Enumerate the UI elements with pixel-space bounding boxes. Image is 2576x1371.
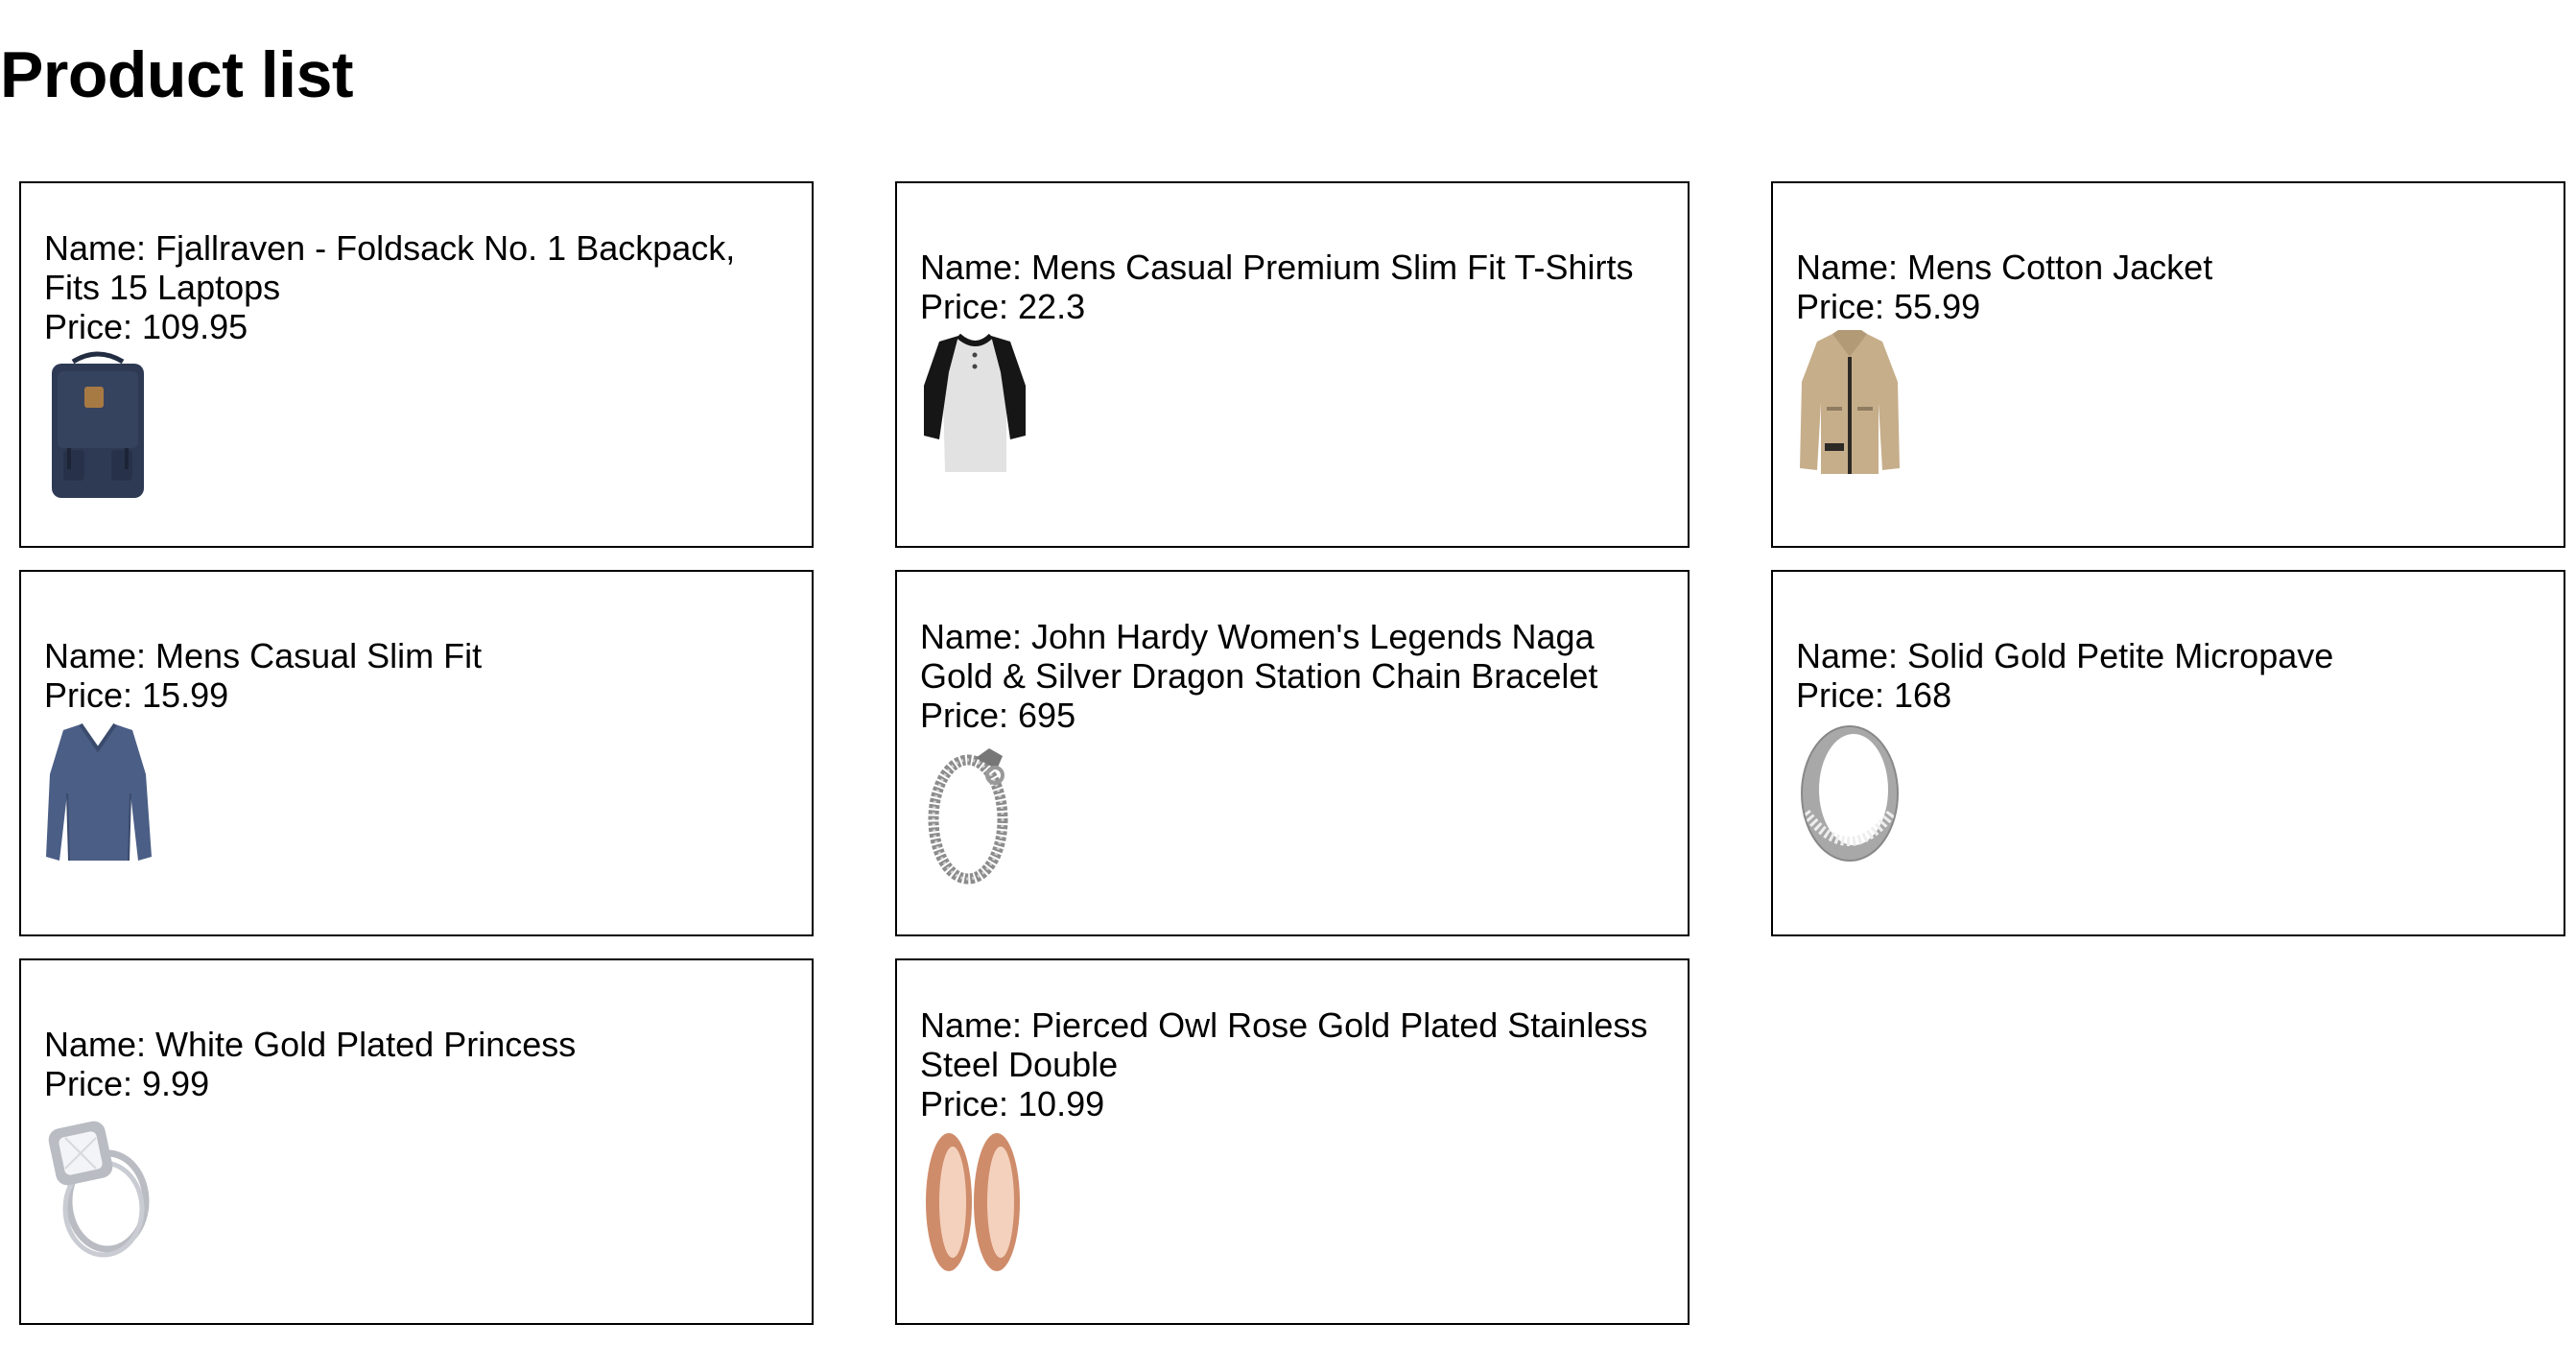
product-name: Name: Mens Casual Slim Fit: [44, 636, 482, 675]
product-card[interactable]: Name: Fjallraven - Foldsack No. 1 Backpa…: [19, 181, 814, 548]
silver-band-ring-icon: [1801, 725, 1899, 862]
price-label: Price:: [1796, 287, 1895, 326]
price-value: 55.99: [1894, 287, 1981, 326]
name-label: Name:: [1796, 636, 1908, 675]
chain-bracelet-icon: [928, 747, 1008, 884]
jacket-icon: [1800, 330, 1900, 474]
product-price: Price: 695: [920, 696, 1075, 735]
product-price: Price: 22.3: [920, 287, 1085, 326]
product-price: Price: 9.99: [44, 1064, 209, 1103]
price-label: Price:: [920, 1083, 1019, 1123]
name-label: Name:: [920, 248, 1032, 287]
name-value: Mens Cotton Jacket: [1907, 248, 2213, 287]
name-value: Mens Casual Premium Slim Fit T-Shirts: [1031, 248, 1634, 287]
product-grid: Name: Fjallraven - Foldsack No. 1 Backpa…: [19, 181, 2565, 1325]
product-card[interactable]: Name: Mens Casual Premium Slim Fit T-Shi…: [895, 181, 1690, 548]
product-price: Price: 15.99: [44, 675, 228, 715]
raglan-tshirt-icon: [924, 333, 1026, 472]
name-label: Name:: [44, 227, 156, 268]
product-card[interactable]: Name: John Hardy Women's Legends Naga Go…: [895, 570, 1690, 936]
product-card[interactable]: Name: Solid Gold Petite Micropave Price:…: [1771, 570, 2565, 936]
product-name: Name: Mens Cotton Jacket: [1796, 248, 2212, 287]
price-label: Price:: [1796, 675, 1895, 715]
product-card[interactable]: Name: Mens Casual Slim Fit Price: 15.99: [19, 570, 814, 936]
price-label: Price:: [920, 695, 1019, 735]
price-value: 22.3: [1018, 287, 1086, 326]
name-value: Solid Gold Petite Micropave: [1907, 636, 2334, 675]
price-value: 168: [1894, 675, 1952, 715]
price-label: Price:: [44, 675, 143, 715]
product-name: Name: White Gold Plated Princess: [44, 1025, 576, 1064]
product-name: Name: John Hardy Women's Legends Naga Go…: [920, 617, 1665, 696]
product-name: Name: Solid Gold Petite Micropave: [1796, 636, 2333, 675]
price-value: 109.95: [142, 306, 248, 346]
name-label: Name:: [920, 1005, 1032, 1045]
price-value: 10.99: [1018, 1083, 1105, 1123]
product-price: Price: 10.99: [920, 1084, 1104, 1123]
name-label: Name:: [44, 1025, 156, 1064]
product-card[interactable]: Name: Mens Cotton Jacket Price: 55.99: [1771, 181, 2565, 548]
product-price: Price: 55.99: [1796, 287, 1980, 326]
name-label: Name:: [44, 636, 156, 675]
backpack-icon: [52, 351, 144, 498]
price-value: 695: [1018, 695, 1076, 735]
product-price: Price: 168: [1796, 675, 1951, 715]
price-value: 15.99: [142, 675, 229, 715]
price-label: Price:: [920, 287, 1019, 326]
page-title: Product list: [0, 38, 354, 111]
name-value: Mens Casual Slim Fit: [155, 636, 483, 675]
rose-gold-plugs-icon: [926, 1132, 1020, 1271]
diamond-ring-icon: [48, 1121, 150, 1258]
product-name: Name: Fjallraven - Foldsack No. 1 Backpa…: [44, 228, 789, 307]
product-card[interactable]: Name: White Gold Plated Princess Price: …: [19, 958, 814, 1325]
price-label: Price:: [44, 306, 143, 346]
product-name: Name: Pierced Owl Rose Gold Plated Stain…: [920, 1005, 1665, 1084]
name-value: White Gold Plated Princess: [155, 1025, 577, 1064]
long-sleeve-shirt-icon: [46, 722, 152, 862]
product-name: Name: Mens Casual Premium Slim Fit T-Shi…: [920, 248, 1634, 287]
name-label: Name:: [920, 616, 1032, 656]
name-label: Name:: [1796, 248, 1908, 287]
product-card[interactable]: Name: Pierced Owl Rose Gold Plated Stain…: [895, 958, 1690, 1325]
product-price: Price: 109.95: [44, 307, 248, 346]
price-label: Price:: [44, 1064, 143, 1103]
price-value: 9.99: [142, 1064, 210, 1103]
